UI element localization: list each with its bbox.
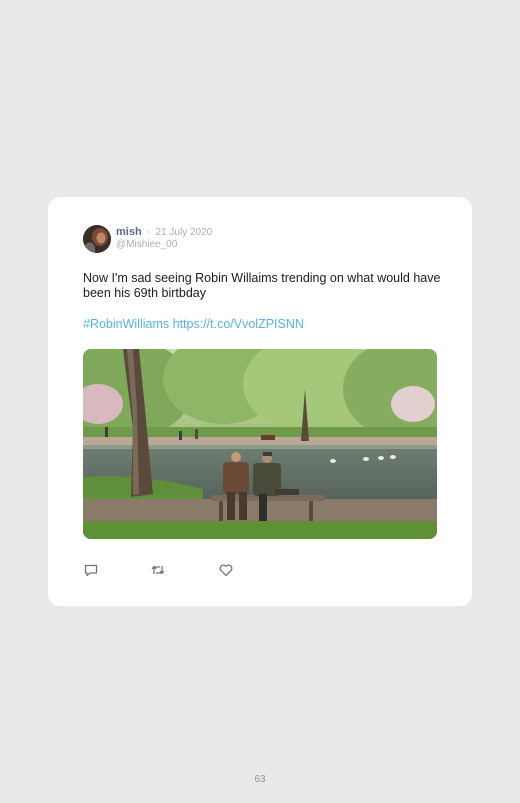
author-name[interactable]: mish xyxy=(116,226,142,238)
separator: · xyxy=(146,226,151,238)
avatar[interactable] xyxy=(83,225,111,253)
author-handle[interactable]: @Mishiee_00 xyxy=(116,239,177,251)
tweet-links: #RobinWilliams https://t.co/VvolZPISNN xyxy=(83,317,304,332)
tweet-actions xyxy=(83,562,253,578)
heart-icon[interactable] xyxy=(218,562,234,578)
park-bench-photo xyxy=(83,349,437,539)
page-number: 63 xyxy=(254,774,266,785)
avatar-image xyxy=(83,225,111,253)
retweet-icon[interactable] xyxy=(150,562,166,578)
tweet-text: Now I'm sad seeing Robin Willaims trendi… xyxy=(83,271,441,300)
tweet-image[interactable] xyxy=(83,349,437,539)
tweet-date[interactable]: 21 July 2020 xyxy=(155,227,212,238)
reply-icon[interactable] xyxy=(83,562,99,578)
author-row: mish · 21 July 2020 xyxy=(116,226,212,239)
tweet-card: mish · 21 July 2020 @Mishiee_00 Now I'm … xyxy=(48,197,472,606)
hashtag-link[interactable]: #RobinWilliams xyxy=(83,317,169,331)
url-link[interactable]: https://t.co/VvolZPISNN xyxy=(173,317,304,331)
